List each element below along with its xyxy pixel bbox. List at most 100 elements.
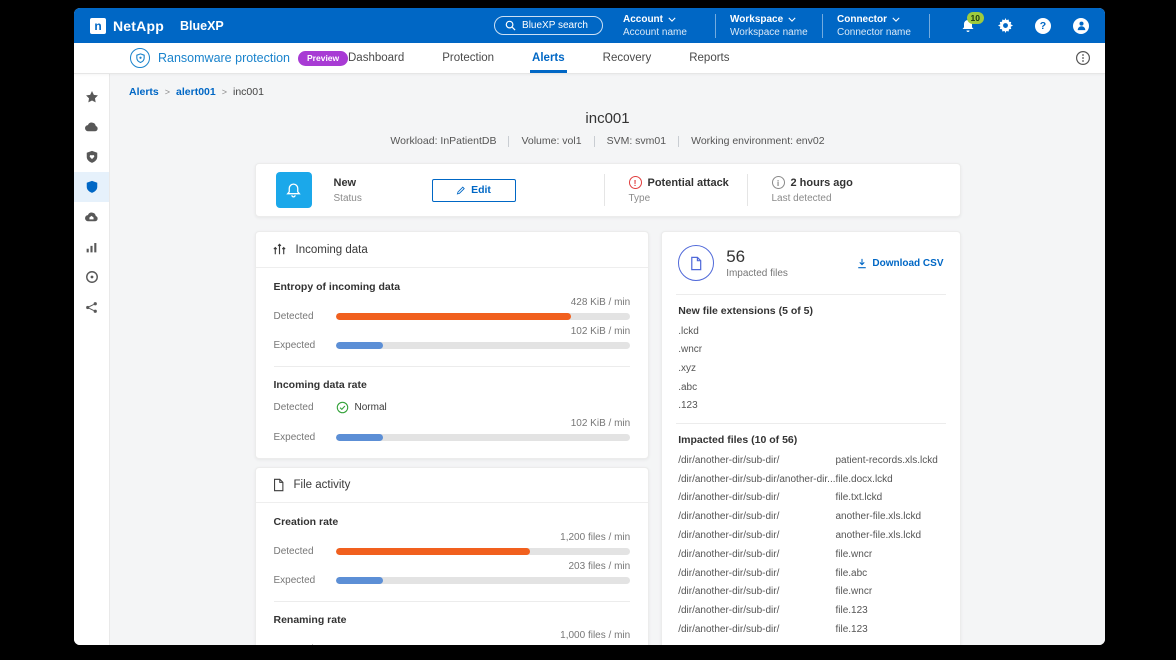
search-label: BlueXP search bbox=[522, 20, 588, 31]
status-value: New bbox=[334, 177, 362, 189]
user-avatar-button[interactable] bbox=[1073, 18, 1089, 34]
breadcrumb-current: inc001 bbox=[233, 86, 264, 98]
extension-item: .wncr bbox=[678, 341, 943, 360]
alert-warning-icon: ! bbox=[629, 176, 642, 189]
search-icon bbox=[505, 20, 516, 31]
netapp-logo-icon: n bbox=[90, 18, 106, 34]
type-value: Potential attack bbox=[648, 177, 729, 189]
download-icon bbox=[857, 258, 867, 269]
impacted-files-icon bbox=[678, 245, 714, 281]
tab-reports[interactable]: Reports bbox=[687, 43, 731, 73]
incoming-arrows-icon bbox=[272, 242, 287, 257]
rate-detected-status: Normal bbox=[355, 402, 387, 413]
bluexp-window: n NetApp BlueXP BlueXP search Account Ac… bbox=[74, 8, 1105, 645]
incoming-data-title: Incoming data bbox=[296, 244, 368, 256]
connector-value: Connector name bbox=[837, 26, 915, 39]
expected-label: Expected bbox=[274, 432, 336, 443]
tab-recovery[interactable]: Recovery bbox=[601, 43, 654, 73]
breadcrumb-separator: > bbox=[165, 87, 170, 97]
impacted-files-section: Impacted files (10 of 56) /dir/another-d… bbox=[662, 424, 959, 645]
breadcrumb-alert001-link[interactable]: alert001 bbox=[176, 86, 216, 98]
nav-analytics-icon[interactable] bbox=[74, 232, 109, 262]
incident-meta: Workload: InPatientDB Volume: vol1 SVM: … bbox=[110, 135, 1105, 147]
top-bar: n NetApp BlueXP BlueXP search Account Ac… bbox=[74, 8, 1105, 43]
check-circle-icon bbox=[336, 401, 349, 414]
file-activity-card: File activity Creation rate 1,200 files … bbox=[255, 467, 650, 645]
nav-shield-heart-icon[interactable] bbox=[74, 142, 109, 172]
extension-item: .123 bbox=[678, 396, 943, 415]
creation-detected-bar bbox=[336, 548, 631, 555]
edit-button[interactable]: Edit bbox=[432, 179, 516, 202]
meta-divider bbox=[508, 136, 509, 147]
topbar-icons: 10 ? bbox=[960, 18, 1089, 34]
status-section: New Status Edit bbox=[256, 172, 604, 208]
entropy-detected-bar bbox=[336, 313, 631, 320]
last-detected-section: i 2 hours ago Last detected bbox=[748, 176, 960, 204]
extension-item: .lckd bbox=[678, 322, 943, 341]
file-row: /dir/another-dir/sub-dir/another-file.xl… bbox=[678, 507, 943, 526]
file-row: /dir/another-dir/sub-dir/file.txt.lckd bbox=[678, 489, 943, 508]
left-nav-rail bbox=[74, 74, 110, 645]
file-row: /dir/another-dir/sub-dir/file.wncr bbox=[678, 545, 943, 564]
impacted-files-title: Impacted files (10 of 56) bbox=[678, 434, 943, 446]
tab-dashboard[interactable]: Dashboard bbox=[346, 43, 406, 73]
connector-label: Connector bbox=[837, 13, 887, 26]
page-title: inc001 bbox=[110, 110, 1105, 127]
chevron-down-icon bbox=[788, 17, 796, 22]
creation-detected-value: 1,200 files / min bbox=[274, 532, 631, 543]
file-row: /dir/another-dir/sub-dir/file.123 bbox=[678, 620, 943, 639]
nav-ransomware-shield-icon[interactable] bbox=[74, 172, 109, 202]
nav-cloud-icon[interactable] bbox=[74, 112, 109, 142]
creation-rate-title: Creation rate bbox=[274, 516, 631, 528]
tab-protection[interactable]: Protection bbox=[440, 43, 496, 73]
user-icon bbox=[1076, 20, 1087, 31]
nav-star-icon[interactable] bbox=[74, 82, 109, 112]
rate-expected-value: 102 KiB / min bbox=[274, 418, 631, 429]
last-detected-label: Last detected bbox=[772, 193, 960, 204]
service-identity: Ransomware protection Preview bbox=[74, 48, 348, 68]
notification-count-badge: 10 bbox=[967, 12, 984, 24]
workspace-label: Workspace bbox=[730, 13, 783, 26]
expected-label: Expected bbox=[274, 575, 336, 586]
product-name: BlueXP bbox=[180, 19, 224, 33]
brand-name: NetApp bbox=[113, 18, 164, 34]
detected-label: Detected bbox=[274, 402, 336, 413]
workspace-value: Workspace name bbox=[730, 26, 808, 39]
question-mark-icon: ? bbox=[1040, 20, 1046, 32]
extensions-section: New file extensions (5 of 5) .lckd .wncr… bbox=[662, 295, 959, 423]
breadcrumb-alerts-link[interactable]: Alerts bbox=[129, 86, 159, 98]
meta-working-environment: Working environment: env02 bbox=[691, 135, 824, 147]
bluexp-search-button[interactable]: BlueXP search bbox=[494, 16, 603, 35]
creation-expected-value: 203 files / min bbox=[274, 561, 631, 572]
file-icon bbox=[272, 478, 285, 492]
connector-menu[interactable]: Connector Connector name bbox=[837, 13, 915, 39]
service-title: Ransomware protection bbox=[158, 51, 290, 65]
notifications-button[interactable]: 10 bbox=[960, 18, 976, 34]
file-row: /dir/another-dir/sub-dir/file.abc bbox=[678, 564, 943, 583]
entropy-title: Entropy of incoming data bbox=[274, 281, 631, 293]
section-divider bbox=[274, 601, 631, 602]
alert-bell-icon bbox=[276, 172, 312, 208]
workspace-menu[interactable]: Workspace Workspace name bbox=[730, 13, 808, 39]
tab-alerts[interactable]: Alerts bbox=[530, 43, 567, 73]
nav-share-icon[interactable] bbox=[74, 292, 109, 322]
last-detected-value: 2 hours ago bbox=[791, 177, 853, 189]
help-button[interactable]: ? bbox=[1035, 18, 1051, 34]
type-label: Type bbox=[629, 193, 747, 204]
nav-disc-icon[interactable] bbox=[74, 262, 109, 292]
entropy-detected-value: 428 KiB / min bbox=[274, 297, 631, 308]
service-header: Ransomware protection Preview Dashboard … bbox=[74, 43, 1105, 74]
info-menu-button[interactable] bbox=[1075, 50, 1091, 66]
meta-divider bbox=[594, 136, 595, 147]
impacted-files-card: 56 Impacted files Download CSV New file … bbox=[661, 231, 960, 645]
chevron-down-icon bbox=[892, 17, 900, 22]
topbar-divider bbox=[822, 14, 823, 38]
meta-workload: Workload: InPatientDB bbox=[390, 135, 496, 147]
file-row: /dir/another-dir/sub-dir/another-file.xl… bbox=[678, 526, 943, 545]
settings-gear-icon[interactable] bbox=[998, 18, 1013, 33]
account-menu[interactable]: Account Account name bbox=[623, 13, 701, 39]
nav-cloud-home-icon[interactable] bbox=[74, 202, 109, 232]
page-content: Alerts > alert001 > inc001 inc001 Worklo… bbox=[110, 74, 1105, 645]
status-card: New Status Edit ! Potential attack Type bbox=[255, 163, 961, 217]
download-csv-button[interactable]: Download CSV bbox=[857, 258, 943, 269]
